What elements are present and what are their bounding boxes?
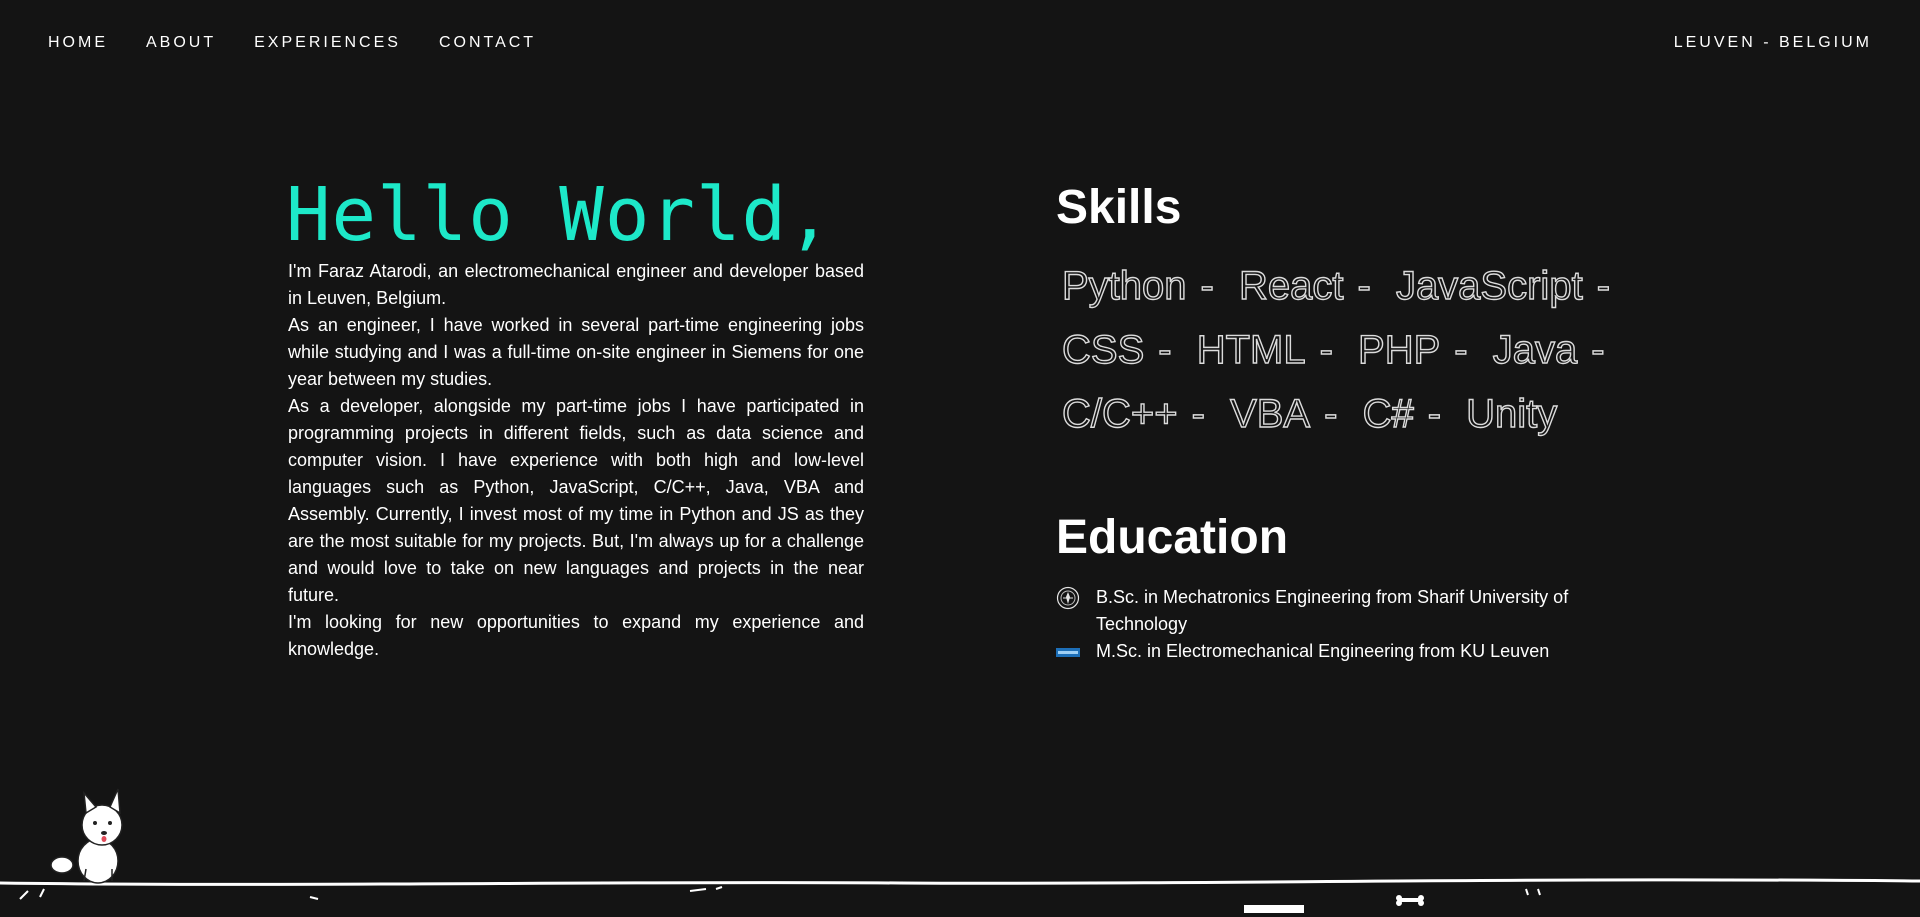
bio-paragraph: As an engineer, I have worked in several… [288, 315, 864, 389]
education-heading: Education [1056, 511, 1289, 564]
skill-separator: - [1427, 391, 1442, 436]
nav-home-link[interactable]: HOME [48, 34, 108, 52]
greeting-heading: Hello World, [286, 172, 833, 258]
skill-item: CSS [1061, 327, 1145, 372]
bio-paragraph: I'm Faraz Atarodi, an electromechanical … [288, 261, 864, 308]
skill-separator: - [1454, 327, 1469, 372]
skill-item: React [1238, 263, 1344, 308]
nav-experiences-link[interactable]: EXPERIENCES [254, 34, 401, 52]
dog-icon[interactable] [50, 788, 123, 884]
bio-paragraph: I'm looking for new opportunities to exp… [288, 612, 864, 659]
skill-separator: - [1200, 263, 1215, 308]
skill-separator: - [1191, 391, 1206, 436]
main-nav: HOME ABOUT EXPERIENCES CONTACT [48, 34, 574, 52]
skill-item: Java [1492, 327, 1578, 372]
education-item: M.Sc. in Electromechanical Engineering f… [1056, 638, 1616, 665]
skill-item: C# [1362, 391, 1415, 436]
education-text: B.Sc. in Mechatronics Engineering from S… [1096, 587, 1569, 634]
nav-about-link[interactable]: ABOUT [146, 34, 216, 52]
location-label: LEUVEN - BELGIUM [1673, 34, 1872, 51]
bio-paragraph: As a developer, alongside my part-time j… [288, 396, 864, 605]
skills-heading: Skills [1056, 181, 1182, 234]
skill-separator: - [1357, 263, 1372, 308]
skill-item: Python [1061, 263, 1187, 308]
skill-separator: - [1319, 327, 1334, 372]
education-item: B.Sc. in Mechatronics Engineering from S… [1056, 584, 1616, 638]
page: HOME ABOUT EXPERIENCES CONTACT LEUVEN - … [0, 0, 1920, 917]
bio-text: I'm Faraz Atarodi, an electromechanical … [288, 258, 864, 663]
skill-item: Unity [1465, 391, 1558, 436]
skill-separator: - [1596, 263, 1611, 308]
nav-contact-link[interactable]: CONTACT [439, 34, 536, 52]
education-text: M.Sc. in Electromechanical Engineering f… [1096, 641, 1550, 661]
ku-leuven-logo-icon [1056, 648, 1080, 657]
skill-item: PHP [1357, 327, 1441, 372]
skill-separator: - [1323, 391, 1338, 436]
bone-icon [1396, 895, 1424, 906]
skills-list: Python - React - JavaScript - CSS - HTML - PH… [1061, 254, 1642, 446]
sharif-university-logo-icon [1056, 586, 1080, 610]
skill-item: VBA [1229, 391, 1311, 436]
ground-decoration [0, 788, 1920, 913]
skill-item: HTML [1196, 327, 1306, 372]
skill-item: JavaScript [1395, 263, 1583, 308]
skill-separator: - [1591, 327, 1606, 372]
skill-item: C/C++ [1061, 391, 1178, 436]
education-list: B.Sc. in Mechatronics Engineering from S… [1056, 584, 1616, 665]
skill-separator: - [1158, 327, 1173, 372]
